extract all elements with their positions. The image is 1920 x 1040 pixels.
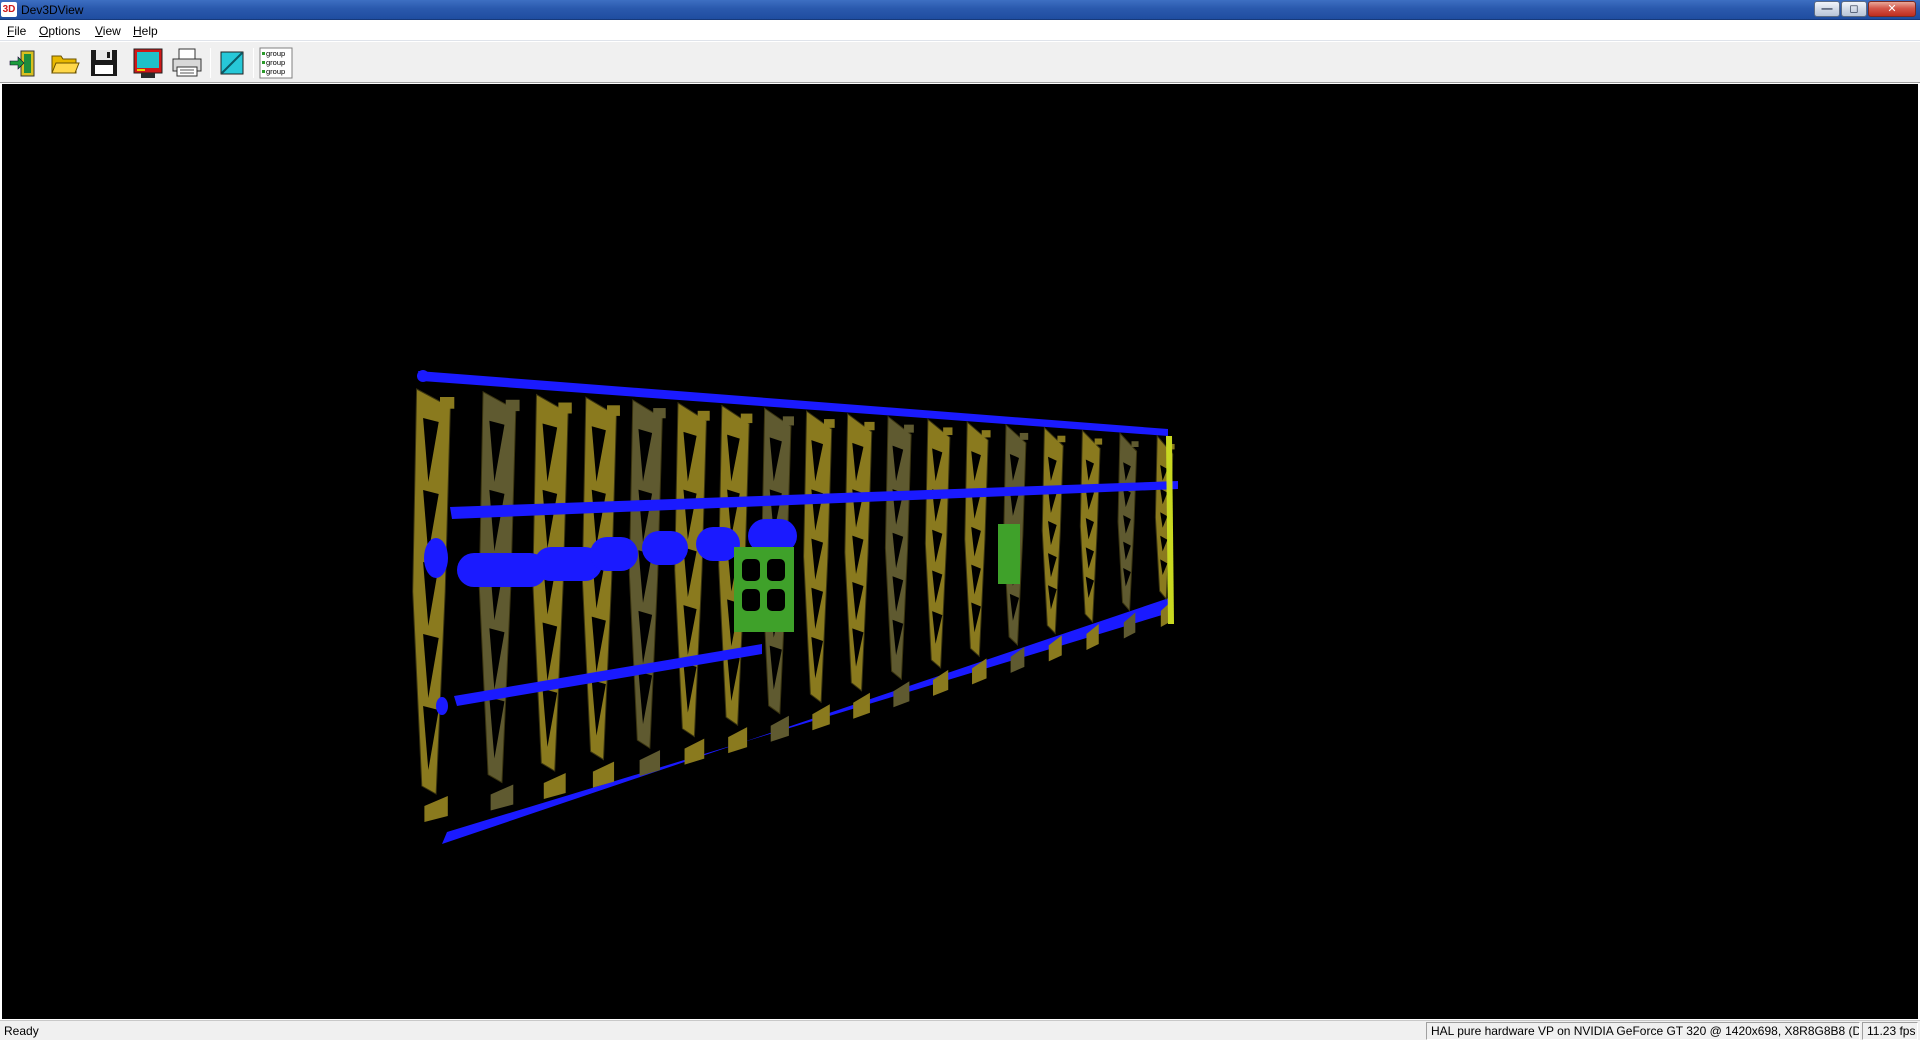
panel-cutout (767, 559, 785, 581)
rib-tab (823, 419, 835, 428)
diagonal-view-icon (220, 51, 244, 75)
toolbar-separator (210, 48, 211, 78)
wing-structure-model[interactable] (2, 84, 1918, 1019)
rib-tab (558, 402, 572, 414)
renderer-info: HAL pure hardware VP on NVIDIA GeForce G… (1426, 1022, 1860, 1040)
rib-tab (864, 421, 875, 431)
toolbar: group group group (0, 42, 1920, 83)
rib-tab (981, 430, 991, 438)
open-folder-icon (51, 55, 80, 74)
rib-foot (812, 704, 830, 731)
rib-tab (653, 408, 666, 419)
rib-tab (1094, 438, 1103, 445)
tube (642, 531, 688, 565)
rib-foot (490, 784, 514, 811)
window-title: Dev3DView (21, 3, 84, 17)
exit-door-icon (9, 50, 35, 77)
fps-counter: 11.23 fps (1862, 1022, 1918, 1040)
top-spar (418, 371, 1168, 436)
top-spar-end (417, 370, 429, 382)
rib-tab (505, 399, 520, 412)
tube (457, 553, 547, 587)
toolbar-separator (253, 48, 254, 78)
display-button[interactable] (131, 46, 165, 80)
rib-tab (607, 405, 620, 416)
rib-tab (740, 413, 753, 424)
rib-tab (1019, 432, 1029, 440)
rib-foot (853, 692, 870, 719)
rib-foot (770, 715, 789, 742)
floppy-disk-icon (91, 50, 117, 76)
status-text: Ready (4, 1024, 39, 1038)
minimize-button[interactable]: — (1814, 1, 1840, 17)
group-label: group (266, 58, 285, 67)
tube-end (424, 538, 448, 578)
close-button[interactable]: ✕ (1868, 1, 1916, 17)
panel-cutout (742, 589, 760, 611)
view-button[interactable] (215, 46, 249, 80)
group-button[interactable]: group group group (259, 46, 293, 80)
save-button[interactable] (87, 46, 121, 80)
menu-file[interactable]: File (7, 24, 26, 38)
rib-foot (424, 796, 448, 822)
monitor-icon (133, 48, 163, 78)
minimize-icon: — (1821, 3, 1833, 15)
rib-foot (728, 727, 748, 754)
print-button[interactable] (170, 46, 204, 80)
rib-foot (639, 750, 661, 777)
rib-tab (697, 410, 710, 421)
group-label: group (266, 67, 285, 76)
panel-cutout (742, 559, 760, 581)
3d-viewport[interactable] (2, 84, 1918, 1019)
rib-tab (782, 416, 794, 426)
open-button[interactable] (48, 46, 82, 80)
rib-foot (893, 681, 910, 708)
menu-bar: File Options View Help (0, 21, 1920, 41)
rib-tab (904, 424, 914, 433)
printer-icon (172, 48, 202, 77)
maximize-button[interactable]: ◻ (1841, 1, 1867, 17)
lower-tube-end (436, 697, 448, 715)
title-bar: 3D Dev3DView — ◻ ✕ (0, 0, 1920, 20)
rib-tab (1057, 435, 1066, 443)
rib-tab (1131, 441, 1139, 448)
rib-foot (684, 738, 705, 765)
panel-cutout (767, 589, 785, 611)
rib-foot (543, 773, 566, 800)
exit-button[interactable] (6, 46, 40, 80)
close-icon: ✕ (1887, 3, 1897, 15)
access-panel (998, 524, 1020, 584)
tube (590, 537, 638, 571)
group-label: group (266, 49, 285, 58)
rib-tab (943, 427, 953, 436)
status-bar: Ready HAL pure hardware VP on NVIDIA GeF… (0, 1020, 1920, 1040)
tube (696, 527, 740, 561)
menu-options[interactable]: Options (39, 24, 80, 38)
menu-view[interactable]: View (95, 24, 121, 38)
app-3d-icon: 3D (1, 2, 17, 17)
access-panel (734, 547, 794, 632)
rib-foot (932, 669, 949, 696)
rib-tab (440, 397, 455, 409)
menu-help[interactable]: Help (133, 24, 158, 38)
group-list-icon: group group group (259, 47, 293, 79)
maximize-icon: ◻ (1849, 3, 1859, 15)
